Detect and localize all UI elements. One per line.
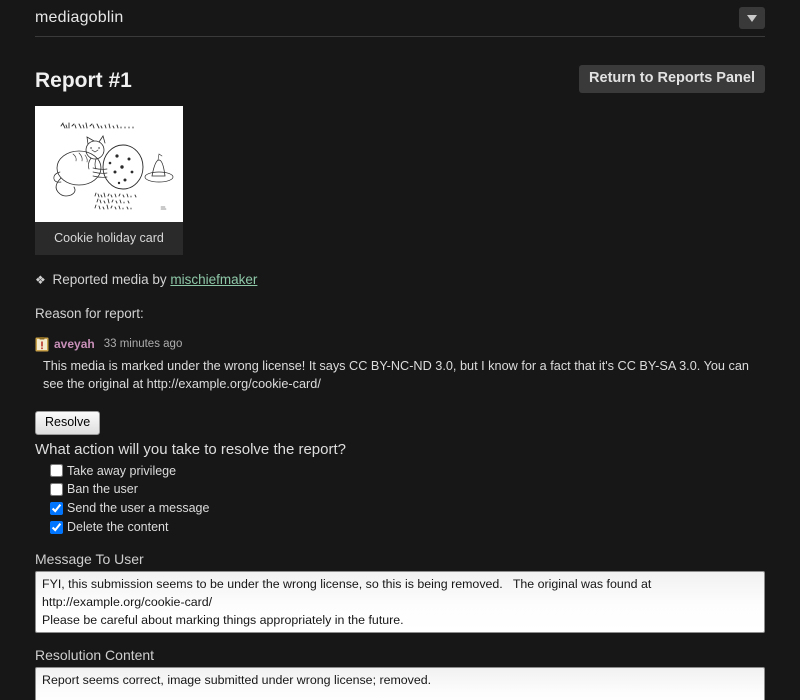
cookie-cat-sketch-icon	[39, 109, 179, 218]
page-content: Report #1 Return to Reports Panel Cookie…	[0, 37, 800, 700]
report-reason-text: This media is marked under the wrong lic…	[43, 358, 749, 391]
reported-media-prefix: Reported media by	[52, 271, 167, 287]
action-item-send-message[interactable]: Send the user a message	[50, 499, 765, 518]
action-label: Ban the user	[67, 482, 138, 497]
report-author-link[interactable]: aveyah	[54, 337, 95, 351]
resolve-action-question: What action will you take to resolve the…	[35, 440, 346, 458]
header-dropdown-button[interactable]	[739, 7, 765, 29]
return-to-reports-panel-button[interactable]: Return to Reports Panel	[579, 65, 765, 93]
resolve-button[interactable]: Resolve	[35, 410, 101, 435]
resolution-content-label: Resolution Content	[35, 646, 155, 663]
checkbox-delete-the-content[interactable]	[50, 520, 63, 534]
app-header: mediagoblin	[0, 0, 800, 36]
reported-media-line: ❖ Reported media by mischiefmaker	[35, 272, 765, 287]
action-label: Take away privilege	[67, 463, 177, 478]
reported-media-card[interactable]: Cookie holiday card	[35, 105, 183, 255]
checkbox-send-the-user-a-message[interactable]	[50, 501, 63, 515]
brand-logo[interactable]: mediagoblin	[35, 9, 123, 27]
resolution-content-input[interactable]	[35, 666, 765, 700]
report-entry: aveyah 33 minutes ago This media is mark…	[35, 336, 765, 393]
reason-for-report-label: Reason for report:	[35, 305, 144, 321]
checkbox-take-away-privilege[interactable]	[50, 464, 63, 478]
report-byline: aveyah 33 minutes ago	[35, 336, 765, 352]
title-row: Report #1 Return to Reports Panel	[35, 37, 765, 101]
resolve-action-list: Take away privilege Ban the user Send th…	[35, 462, 765, 537]
report-timestamp: 33 minutes ago	[103, 338, 183, 350]
page-title: Report #1	[35, 68, 132, 92]
reported-user-link[interactable]: mischiefmaker	[170, 272, 257, 287]
action-label: Delete the content	[67, 519, 169, 534]
action-item-ban-the-user[interactable]: Ban the user	[50, 480, 765, 499]
message-to-user-input[interactable]	[35, 570, 765, 633]
diamond-bullet-icon: ❖	[35, 272, 46, 287]
report-clipboard-icon	[35, 336, 49, 351]
action-item-take-away-privilege[interactable]: Take away privilege	[50, 462, 765, 481]
media-thumbnail[interactable]	[35, 105, 183, 222]
checkbox-ban-the-user[interactable]	[50, 483, 63, 497]
chevron-down-icon	[747, 14, 757, 22]
message-to-user-label: Message To User	[35, 550, 144, 567]
action-item-delete-content[interactable]: Delete the content	[50, 518, 765, 537]
action-label: Send the user a message	[67, 501, 210, 516]
media-caption-link[interactable]: Cookie holiday card	[35, 222, 183, 255]
